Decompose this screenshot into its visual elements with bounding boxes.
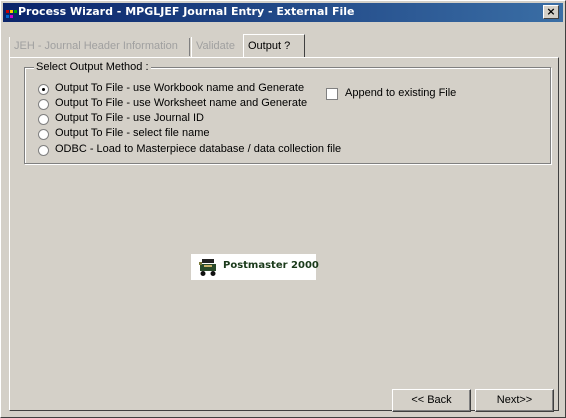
logo-text: Postmaster 2000 xyxy=(223,260,319,271)
output-method-legend: Select Output Method : xyxy=(34,61,151,73)
tab-separator xyxy=(189,38,190,56)
radio-label: Output To File - use Workbook name and G… xyxy=(55,82,305,94)
tab-validate[interactable]: Validate xyxy=(191,37,239,57)
radio-button-checked[interactable] xyxy=(38,84,49,95)
append-existing-file-checkbox[interactable] xyxy=(326,88,338,100)
mail-cart-icon xyxy=(199,257,217,277)
radio-label: Output To File - use Journal ID xyxy=(55,112,204,124)
radio-label: Output To File - use Worksheet name and … xyxy=(55,97,308,109)
radio-button[interactable] xyxy=(38,129,49,140)
close-button[interactable]: × xyxy=(543,5,559,19)
window-title: Process Wizard - MPGLJEF Journal Entry -… xyxy=(18,5,355,18)
process-wizard-window: Process Wizard - MPGLJEF Journal Entry -… xyxy=(0,0,566,418)
radio-button[interactable] xyxy=(38,145,49,156)
back-button[interactable]: << Back xyxy=(392,389,471,412)
radio-button[interactable] xyxy=(38,114,49,125)
radio-label: ODBC - Load to Masterpiece database / da… xyxy=(55,143,342,155)
checkbox-label: Append to existing File xyxy=(345,87,457,99)
next-button[interactable]: Next>> xyxy=(475,389,554,412)
radio-label: Output To File - select file name xyxy=(55,127,210,139)
postmaster-logo: Postmaster 2000 xyxy=(191,254,319,280)
title-bar[interactable]: Process Wizard - MPGLJEF Journal Entry -… xyxy=(3,3,563,22)
tab-output[interactable]: Output ? xyxy=(243,34,305,57)
tab-journal-header[interactable]: JEH - Journal Header Information xyxy=(9,37,187,57)
radio-button[interactable] xyxy=(38,99,49,110)
